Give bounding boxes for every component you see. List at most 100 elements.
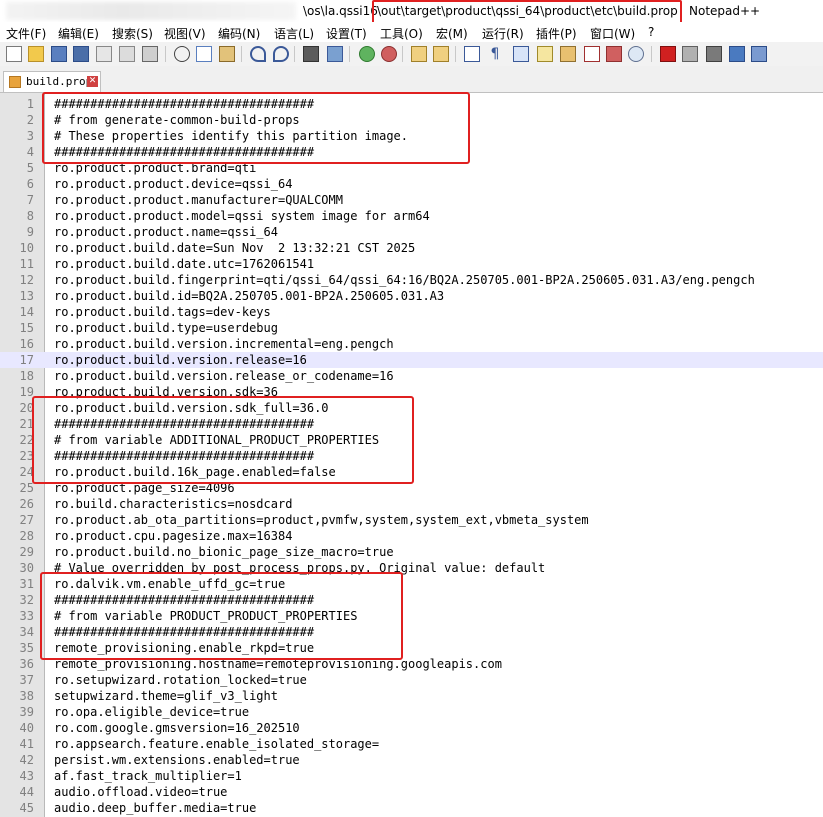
menu-item-11[interactable]: 窗口(W) [590, 25, 635, 42]
new-file-icon[interactable] [6, 46, 22, 62]
editor-line[interactable]: 12 ro.product.build.fingerprint=qti/qssi_… [0, 272, 823, 288]
cut-icon[interactable] [174, 46, 190, 62]
editor-line[interactable]: 16 ro.product.build.version.incremental=e… [0, 336, 823, 352]
indent-guide-icon[interactable] [513, 46, 529, 62]
zoom-in-icon[interactable] [359, 46, 375, 62]
menu-item-10[interactable]: 插件(P) [536, 25, 577, 42]
word-wrap-icon[interactable] [464, 46, 480, 62]
menu-item-1[interactable]: 编辑(E) [58, 25, 99, 42]
folder-workspace-icon[interactable] [606, 46, 622, 62]
line-text: ro.product.build.date=Sun Nov 2 13:32:21… [54, 241, 416, 255]
editor-line[interactable]: 11 ro.product.build.date.utc=1762061541 [0, 256, 823, 272]
zoom-out-icon[interactable] [381, 46, 397, 62]
close-icon[interactable] [96, 46, 112, 62]
menu-item-8[interactable]: 宏(M) [436, 25, 468, 42]
editor-line[interactable]: 45 audio.deep_buffer.media=true [0, 800, 823, 816]
editor-line[interactable]: 41 ro.appsearch.feature.enable_isolated_s… [0, 736, 823, 752]
stop-macro-icon[interactable] [682, 46, 698, 62]
editor-line[interactable]: 10 ro.product.build.date=Sun Nov 2 13:32:… [0, 240, 823, 256]
save-icon[interactable] [51, 46, 67, 62]
menu-item-2[interactable]: 搜索(S) [112, 25, 153, 42]
editor-line[interactable]: 13 ro.product.build.id=BQ2A.250705.001-BP… [0, 288, 823, 304]
line-number: 40 [19, 721, 34, 735]
title-app-name: Notepad++ [689, 4, 761, 18]
open-file-icon[interactable] [28, 46, 44, 62]
tab-label: build.prop [26, 75, 93, 88]
editor-line[interactable]: 14 ro.product.build.tags=dev-keys [0, 304, 823, 320]
editor[interactable]: 1 #################################### 2 # … [0, 92, 823, 817]
line-number: 39 [19, 705, 34, 719]
editor-line[interactable]: 27 ro.product.ab_ota_partitions=product,p… [0, 512, 823, 528]
line-number: 19 [19, 385, 34, 399]
line-number: 2 [26, 113, 34, 127]
line-number: 16 [19, 337, 34, 351]
editor-line[interactable]: 15 ro.product.build.type=userdebug [0, 320, 823, 336]
editor-line[interactable]: 7 ro.product.product.manufacturer=QUALCOM… [0, 192, 823, 208]
annotation-highlight-box [32, 396, 414, 484]
editor-line[interactable]: 18 ro.product.build.version.release_or_co… [0, 368, 823, 384]
line-text: ro.build.characteristics=nosdcard [54, 497, 293, 511]
editor-line[interactable]: 29 ro.product.build.no_bionic_page_size_m… [0, 544, 823, 560]
annotation-highlight-box [42, 92, 470, 164]
line-text: ro.com.google.gmsversion=16_202510 [54, 721, 300, 735]
menu-item-5[interactable]: 语言(L) [274, 25, 314, 42]
title-path-prefix: \os\la.qssi16 [303, 4, 378, 18]
find-icon[interactable] [303, 46, 319, 62]
replace-icon[interactable] [327, 46, 343, 62]
line-number: 27 [19, 513, 34, 527]
line-text: ro.product.ab_ota_partitions=product,pvm… [54, 513, 589, 527]
menu-item-4[interactable]: 编码(N) [218, 25, 260, 42]
editor-line[interactable]: 26 ro.build.characteristics=nosdcard [0, 496, 823, 512]
editor-line[interactable]: 39 ro.opa.eligible_device=true [0, 704, 823, 720]
copy-icon[interactable] [196, 46, 212, 62]
editor-line[interactable]: 17 ro.product.build.version.release=16 [0, 352, 823, 368]
tab-close-icon[interactable]: ✕ [87, 76, 98, 87]
close-all-icon[interactable] [119, 46, 135, 62]
function-list-icon[interactable] [584, 46, 600, 62]
monitor-icon[interactable] [628, 46, 644, 62]
editor-line[interactable]: 6 ro.product.product.device=qssi_64 [0, 176, 823, 192]
doc-map-icon[interactable] [560, 46, 576, 62]
sync-vertical-icon[interactable] [411, 46, 427, 62]
menu-item-7[interactable]: 工具(O) [380, 25, 423, 42]
editor-line[interactable]: 28 ro.product.cpu.pagesize.max=16384 [0, 528, 823, 544]
line-number: 8 [26, 209, 34, 223]
run-macro-multiple-icon[interactable] [729, 46, 745, 62]
line-number: 20 [19, 401, 34, 415]
record-macro-icon[interactable] [660, 46, 676, 62]
editor-line[interactable]: 44 audio.offload.video=true [0, 784, 823, 800]
undo-icon[interactable] [250, 46, 266, 62]
menu-item-6[interactable]: 设置(T) [326, 25, 367, 42]
editor-line[interactable]: 38 setupwizard.theme=glif_v3_light [0, 688, 823, 704]
sync-horizontal-icon[interactable] [433, 46, 449, 62]
menu-item-9[interactable]: 运行(R) [482, 25, 524, 42]
editor-line[interactable]: 43 af.fast_track_multiplier=1 [0, 768, 823, 784]
paste-icon[interactable] [219, 46, 235, 62]
redo-icon[interactable] [273, 46, 289, 62]
line-number: 25 [19, 481, 34, 495]
editor-line[interactable]: 40 ro.com.google.gmsversion=16_202510 [0, 720, 823, 736]
annotation-highlight-box [40, 572, 403, 660]
save-macro-icon[interactable] [751, 46, 767, 62]
show-all-chars-icon[interactable]: ¶ [487, 46, 503, 62]
title-blurred-region [6, 2, 296, 20]
toolbar-separator [455, 46, 456, 62]
line-text: ro.product.build.type=userdebug [54, 321, 278, 335]
menu-item-0[interactable]: 文件(F) [6, 25, 46, 42]
save-all-icon[interactable] [73, 46, 89, 62]
editor-line[interactable]: 8 ro.product.product.model=qssi system im… [0, 208, 823, 224]
line-text: audio.deep_buffer.media=true [54, 801, 257, 815]
tab-build-prop[interactable]: build.prop ✕ [3, 71, 101, 92]
udl-icon[interactable] [537, 46, 553, 62]
line-number: 26 [19, 497, 34, 511]
editor-line[interactable]: 37 ro.setupwizard.rotation_locked=true [0, 672, 823, 688]
menu-item-12[interactable]: ? [648, 25, 654, 39]
editor-line[interactable]: 42 persist.wm.extensions.enabled=true [0, 752, 823, 768]
play-macro-icon[interactable] [706, 46, 722, 62]
editor-line[interactable]: 9 ro.product.product.name=qssi_64 [0, 224, 823, 240]
line-text: ro.product.build.version.release=16 [54, 353, 307, 367]
line-number: 5 [26, 161, 34, 175]
menu-item-3[interactable]: 视图(V) [164, 25, 206, 42]
print-icon[interactable] [142, 46, 158, 62]
line-number: 11 [19, 257, 34, 271]
